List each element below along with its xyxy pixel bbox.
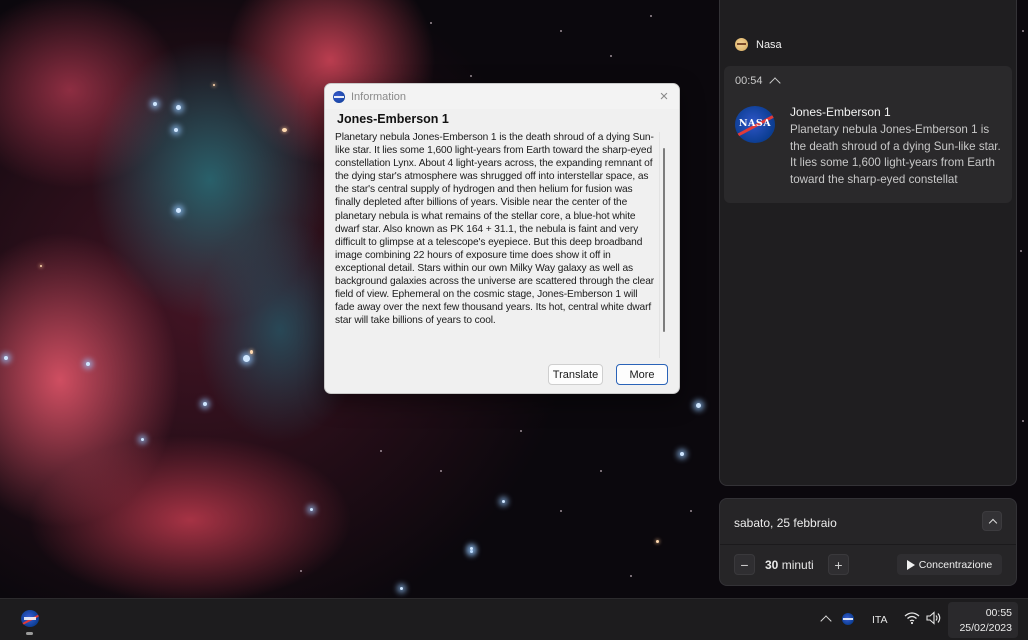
toast-body: Planetary nebula Jones-Emberson 1 is the… <box>790 123 1001 186</box>
star <box>656 540 659 543</box>
star <box>243 355 250 362</box>
nasa-logo-icon: NASA <box>735 106 775 143</box>
volume-icon[interactable] <box>926 611 942 625</box>
chevron-up-icon[interactable] <box>768 77 781 89</box>
notification-center: Nasa 00:54 NASA Jones-Emberson 1 Planeta… <box>719 0 1017 486</box>
dialog-body-text: Planetary nebula Jones-Emberson 1 is the… <box>335 132 655 327</box>
star <box>1022 30 1024 32</box>
toast-time: 00:54 <box>735 75 763 87</box>
focus-duration-unit: minuti <box>781 558 814 572</box>
star <box>650 15 652 17</box>
app-name: Nasa <box>756 38 782 51</box>
divider <box>720 544 1016 545</box>
star <box>86 362 90 366</box>
nasa-logo-icon <box>21 610 39 627</box>
star <box>310 508 313 511</box>
focus-increase-button[interactable]: + <box>828 554 849 575</box>
star <box>400 587 403 590</box>
dialog-title: Information <box>351 90 407 103</box>
star <box>300 570 302 572</box>
notification-toast[interactable]: 00:54 NASA Jones-Emberson 1 Planetary ne… <box>724 66 1012 203</box>
more-button[interactable]: More <box>616 364 668 385</box>
star <box>470 75 472 77</box>
star <box>1022 420 1024 422</box>
calendar-date: sabato, 25 febbraio <box>734 516 837 530</box>
star <box>430 22 432 24</box>
star <box>520 430 522 432</box>
star <box>680 452 684 456</box>
star <box>690 510 692 512</box>
nasa-app-icon <box>735 38 748 51</box>
star <box>176 105 181 110</box>
taskbar: ITA 00:55 25/02/2023 <box>0 598 1028 640</box>
tray-nasa-icon[interactable] <box>842 613 854 625</box>
star <box>174 128 178 132</box>
star <box>630 575 632 577</box>
toast-time-row: 00:54 <box>735 75 781 89</box>
nasa-logo-text: NASA <box>738 118 772 129</box>
star <box>560 510 562 512</box>
star <box>560 30 562 32</box>
calendar-panel: sabato, 25 febbraio − 30 minuti + Concen… <box>719 498 1017 586</box>
play-icon <box>906 559 915 570</box>
star <box>696 403 701 408</box>
star <box>282 128 287 132</box>
clock-button[interactable]: 00:55 25/02/2023 <box>948 602 1018 638</box>
focus-duration-value: 30 <box>765 558 779 572</box>
star <box>610 55 612 57</box>
star <box>502 500 505 503</box>
information-dialog: Information × Jones-Emberson 1 Planetary… <box>324 83 680 394</box>
taskbar-app-nasa[interactable] <box>16 605 44 635</box>
notification-app-header: Nasa <box>735 38 782 51</box>
start-focus-label: Concentrazione <box>918 558 993 571</box>
calendar-collapse-button[interactable] <box>982 511 1002 531</box>
show-hidden-icons-chevron-icon[interactable] <box>820 615 832 627</box>
star <box>176 208 181 213</box>
star <box>40 265 42 267</box>
star <box>600 470 602 472</box>
start-focus-button[interactable]: Concentrazione <box>897 554 1002 575</box>
star <box>380 450 382 452</box>
close-icon[interactable]: × <box>655 87 673 105</box>
star <box>470 550 473 553</box>
focus-decrease-button[interactable]: − <box>734 554 755 575</box>
star <box>4 356 8 360</box>
star <box>470 547 473 550</box>
scrollbar-thumb[interactable] <box>663 148 665 332</box>
focus-duration: 30 minuti <box>765 558 814 572</box>
toast-title: Jones-Emberson 1 <box>790 105 891 119</box>
dialog-titlebar[interactable]: Information × <box>325 84 679 109</box>
input-language[interactable]: ITA <box>872 614 888 626</box>
dialog-heading: Jones-Emberson 1 <box>337 112 449 126</box>
star <box>153 102 157 106</box>
star <box>440 470 442 472</box>
star <box>203 402 207 406</box>
translate-button[interactable]: Translate <box>548 364 603 385</box>
star <box>141 438 144 441</box>
nasa-logo-icon <box>333 90 345 103</box>
star <box>213 84 215 86</box>
running-indicator <box>26 632 33 635</box>
wifi-icon[interactable] <box>904 611 920 625</box>
clock-time: 00:55 <box>985 607 1012 619</box>
clock-date: 25/02/2023 <box>959 622 1012 634</box>
star <box>250 350 253 354</box>
star <box>1020 250 1022 252</box>
